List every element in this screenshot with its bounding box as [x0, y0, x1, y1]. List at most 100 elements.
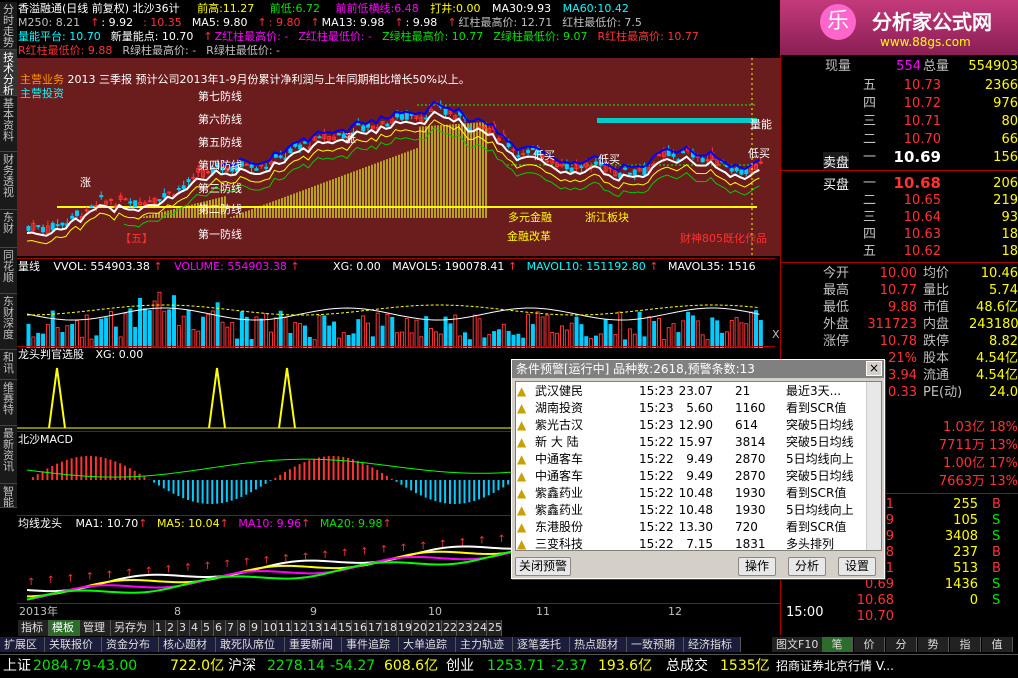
stat-label: 最高	[823, 283, 850, 298]
function-tab[interactable]: 热点题材	[570, 637, 627, 652]
alert-row[interactable]: ▲ 中通客车 15:22 9.49 2870 5日均线向上	[515, 451, 867, 468]
page-tab[interactable]: 16	[352, 620, 367, 636]
right-view-tab[interactable]: 分	[886, 637, 917, 652]
page-tab[interactable]: 3	[178, 620, 190, 636]
right-view-tab[interactable]: 指	[950, 637, 981, 652]
side-tab[interactable]: 分时走势	[0, 2, 17, 50]
function-tab[interactable]: 敢死队席位	[216, 637, 285, 652]
volume-bar	[220, 321, 225, 348]
page-tab[interactable]: 12	[292, 620, 307, 636]
price-chart[interactable]	[17, 58, 780, 256]
function-tab[interactable]: 事件追踪	[342, 637, 399, 652]
volume-bar	[181, 315, 186, 348]
function-tab[interactable]: 一致预期	[627, 637, 684, 652]
page-tab[interactable]: 2	[166, 620, 178, 636]
divider	[780, 262, 1018, 263]
page-tab[interactable]: 13	[307, 620, 322, 636]
alert-row[interactable]: ▲ 武汉健民 15:23 23.07 21 最近3天...	[515, 383, 867, 400]
volume-chart[interactable]	[17, 274, 780, 348]
page-tab[interactable]: 25	[487, 620, 502, 636]
side-tab[interactable]: 基本资料	[0, 96, 17, 152]
function-tab[interactable]: 逐笔委托	[513, 637, 570, 652]
template-tab[interactable]: 管理	[80, 620, 111, 636]
function-tab[interactable]: 重要新闻	[285, 637, 342, 652]
close-alert-button[interactable]: 关闭预警	[515, 557, 571, 576]
page-tab[interactable]: 15	[337, 620, 352, 636]
function-tab[interactable]: 主力轨迹	[456, 637, 513, 652]
side-tab[interactable]: 智能	[0, 484, 17, 508]
right-view-tab[interactable]: 价	[854, 637, 885, 652]
volume-bar	[526, 313, 531, 348]
side-tab[interactable]: 东财	[0, 210, 17, 248]
analyze-button[interactable]: 分析	[788, 557, 826, 576]
page-tab[interactable]: 5	[202, 620, 214, 636]
alert-row[interactable]: ▲ 紫鑫药业 15:22 10.48 1930 5日均线向上	[515, 502, 867, 519]
candle-body	[385, 123, 390, 127]
macd-bar	[381, 472, 384, 480]
volume-bar	[569, 322, 574, 348]
page-tab[interactable]: 18	[382, 620, 397, 636]
page-tab[interactable]: 10	[262, 620, 277, 636]
side-tab[interactable]: 财务透视	[0, 152, 17, 210]
page-tab[interactable]: 24	[472, 620, 487, 636]
page-tab[interactable]: 7	[226, 620, 238, 636]
volume-bar	[545, 314, 550, 348]
candle-body	[41, 226, 46, 233]
volume-bar	[686, 311, 691, 348]
page-tab[interactable]: 9	[250, 620, 262, 636]
side-tab[interactable]: 技术分析	[0, 50, 17, 96]
function-tab[interactable]: 资金分布	[102, 637, 159, 652]
right-view-tab[interactable]: 值	[982, 637, 1013, 652]
candle-body	[278, 155, 283, 158]
page-tab[interactable]: 8	[238, 620, 250, 636]
right-view-tab[interactable]: 势	[918, 637, 949, 652]
stat-label: 流通	[923, 368, 950, 383]
function-tab[interactable]: 经济指标	[684, 637, 741, 652]
stat-label: 最低	[823, 300, 850, 315]
template-tab[interactable]: 指标	[18, 620, 49, 636]
macd-bar	[366, 465, 369, 480]
alert-scrollbar[interactable]	[866, 382, 881, 550]
page-tab[interactable]: 19	[397, 620, 412, 636]
alert-row[interactable]: ▲ 紫光古汉 15:23 12.90 614 突破5日均线	[515, 417, 867, 434]
alert-row[interactable]: ▲ 东港股份 15:22 13.30 720 看到SCR值	[515, 519, 867, 536]
settings-button[interactable]: 设置	[838, 557, 876, 576]
alert-row[interactable]: ▲ 三变科技 15:22 7.15 1831 多头排列	[515, 536, 867, 553]
side-tab[interactable]: 和讯	[0, 350, 17, 380]
page-tab[interactable]: 23	[457, 620, 472, 636]
macd-bar	[245, 480, 248, 495]
candle-body	[317, 136, 322, 139]
close-icon[interactable]: ×	[866, 361, 882, 376]
page-tab[interactable]: 22	[442, 620, 457, 636]
fill-bar	[434, 125, 436, 218]
function-tab[interactable]: 关联报价	[45, 637, 102, 652]
page-tab[interactable]: 20	[412, 620, 427, 636]
alert-row[interactable]: ▲ 新 大 陆 15:22 15.97 3814 突破5日均线	[515, 434, 867, 451]
alert-price: 13.30	[678, 520, 713, 534]
side-tab[interactable]: 维赛特	[0, 380, 17, 426]
candle-body	[133, 200, 138, 207]
chart-f10-tab[interactable]: 图文F10	[772, 637, 824, 652]
alert-row[interactable]: ▲ 湖南投资 15:23 5.60 1160 看到SCR值	[515, 400, 867, 417]
function-tab[interactable]: 大单追踪	[399, 637, 456, 652]
alert-row[interactable]: ▲ 紫鑫药业 15:22 10.48 1930 看到SCR值	[515, 485, 867, 502]
page-tab[interactable]: 6	[214, 620, 226, 636]
page-tab[interactable]: 21	[427, 620, 442, 636]
volume-bar	[317, 315, 322, 348]
side-tab[interactable]: 同花顺	[0, 248, 17, 294]
function-tab[interactable]: 扩展区	[0, 637, 45, 652]
page-tab[interactable]: 11	[277, 620, 292, 636]
operate-button[interactable]: 操作	[738, 557, 776, 576]
page-tab[interactable]: 17	[367, 620, 382, 636]
right-view-tab[interactable]: 笔	[822, 637, 853, 652]
page-tab[interactable]: 4	[190, 620, 202, 636]
sell-level: 一 10.69 156	[823, 150, 1018, 166]
template-tab[interactable]: 模板	[49, 620, 80, 636]
side-tab[interactable]: 最新资讯	[0, 426, 17, 484]
template-tab[interactable]: 另存为	[111, 620, 154, 636]
function-tab[interactable]: 核心题材	[159, 637, 216, 652]
page-tab[interactable]: 14	[322, 620, 337, 636]
page-tab[interactable]: 1	[154, 620, 166, 636]
alert-row[interactable]: ▲ 中通客车 15:22 9.49 2870 突破5日均线	[515, 468, 867, 485]
side-tab[interactable]: 东财深度	[0, 294, 17, 350]
